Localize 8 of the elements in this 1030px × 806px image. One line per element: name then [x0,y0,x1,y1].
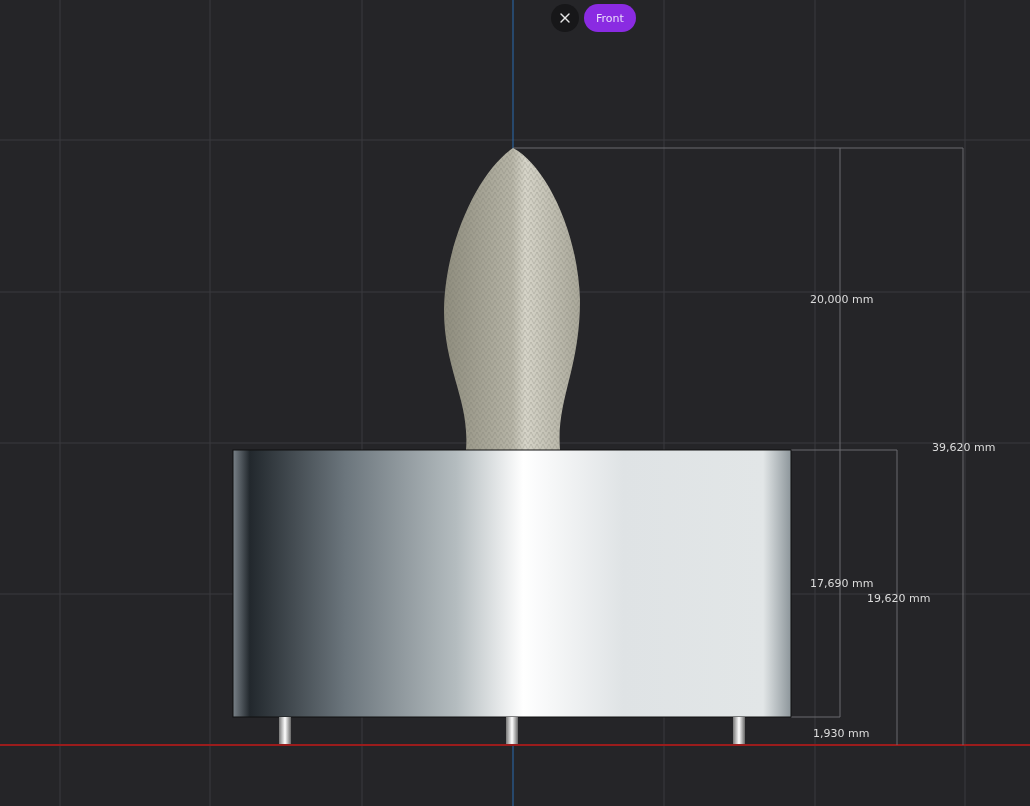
dimension-label: 20,000 mm [810,293,874,306]
dimension-label: 17,690 mm [810,577,874,590]
close-button[interactable] [551,4,579,32]
view-name-button[interactable]: Front [584,4,636,32]
dimension-label: 1,930 mm [813,727,870,740]
dimension-label: 19,620 mm [867,592,931,605]
viewport-canvas[interactable]: Front 20,000 mm 39,620 mm 17,690 mm 19,620 mm 1,930 mm [0,0,1030,806]
dimension-label: 39,620 mm [932,441,996,454]
